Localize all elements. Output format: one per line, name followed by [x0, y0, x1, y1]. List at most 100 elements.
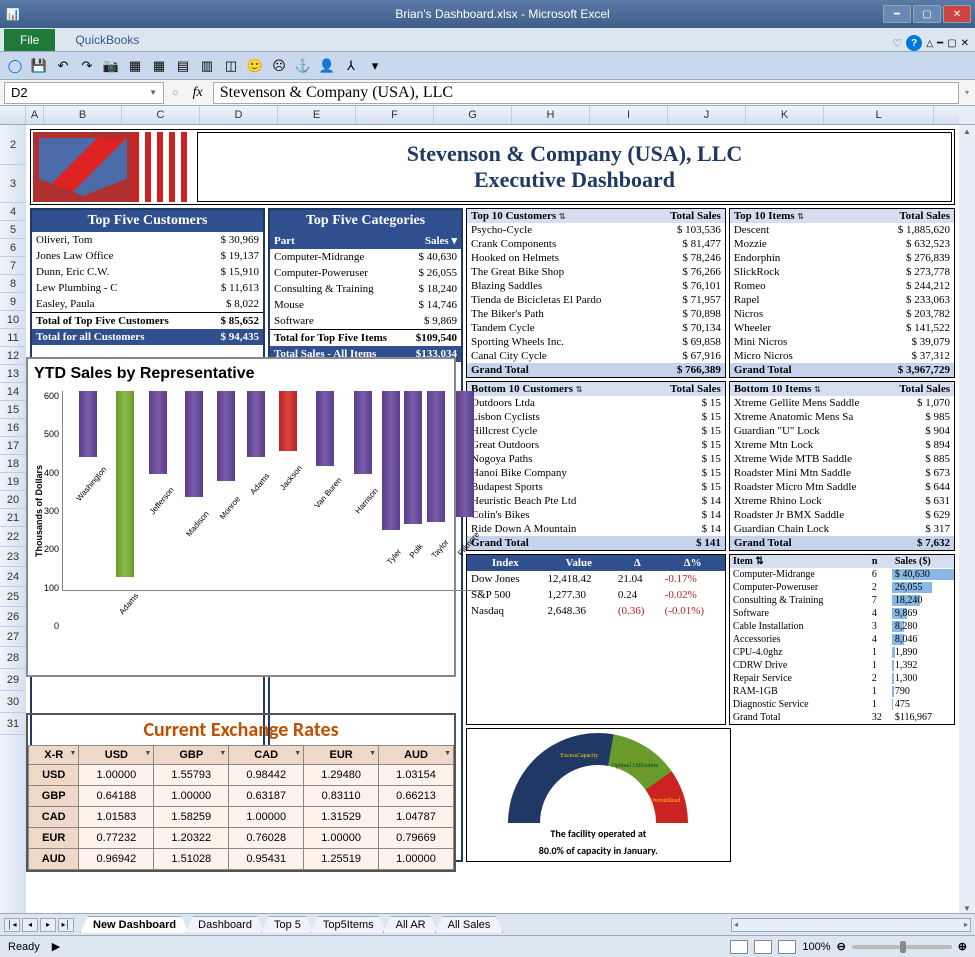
grid-icon[interactable]: ▦: [150, 57, 168, 75]
undo-icon[interactable]: ↶: [54, 57, 72, 75]
redo-icon[interactable]: ↷: [78, 57, 96, 75]
smile-icon[interactable]: 🙂: [246, 57, 264, 75]
zoom-in-button[interactable]: ⊕: [958, 940, 967, 953]
first-sheet-button[interactable]: │◂: [4, 918, 20, 932]
row-header[interactable]: 13: [0, 365, 26, 383]
frown-icon[interactable]: ☹: [270, 57, 288, 75]
column-header[interactable]: K: [746, 106, 824, 124]
doc-minimize-icon[interactable]: ━: [937, 38, 943, 49]
maximize-button[interactable]: ▢: [913, 5, 941, 23]
prev-sheet-button[interactable]: ◂: [22, 918, 38, 932]
person-icon[interactable]: 👤: [318, 57, 336, 75]
row-header[interactable]: 27: [0, 627, 26, 647]
calc-icon[interactable]: ▤: [174, 57, 192, 75]
ribbon-tab-quickbooks[interactable]: QuickBooks: [63, 29, 154, 51]
column-header[interactable]: I: [590, 106, 668, 124]
camera-icon[interactable]: 📷: [102, 57, 120, 75]
window-title: Brian's Dashboard.xlsx - Microsoft Excel: [30, 7, 975, 21]
normal-view-button[interactable]: [730, 940, 748, 954]
zoom-slider[interactable]: [852, 945, 952, 949]
bottom10-customers-box: Bottom 10 Customers ⇅Total SalesOutdoors…: [466, 381, 726, 551]
zoom-out-button[interactable]: ⊖: [837, 940, 846, 953]
vertical-scrollbar[interactable]: ▲▼: [959, 125, 975, 913]
row-header[interactable]: 25: [0, 587, 26, 607]
row-header[interactable]: 16: [0, 419, 26, 437]
row-header[interactable]: 28: [0, 647, 26, 669]
row-header[interactable]: 29: [0, 669, 26, 691]
row-header[interactable]: 11: [0, 329, 26, 347]
sheet-tab[interactable]: All AR: [383, 916, 439, 933]
row-header[interactable]: 24: [0, 567, 26, 587]
formula-input[interactable]: Stevenson & Company (USA), LLC: [213, 82, 959, 104]
anchor-icon[interactable]: ⚓: [294, 57, 312, 75]
chevron-down-icon[interactable]: ▼: [149, 88, 157, 97]
ribbon-more-icon[interactable]: ♡: [892, 37, 902, 50]
save-icon[interactable]: 💾: [30, 57, 48, 75]
column-header[interactable]: C: [122, 106, 200, 124]
close-button[interactable]: ✕: [943, 5, 971, 23]
tree-icon[interactable]: ⅄: [342, 57, 360, 75]
row-header[interactable]: 19: [0, 473, 26, 491]
row-header[interactable]: 30: [0, 691, 26, 713]
row-header[interactable]: 15: [0, 401, 26, 419]
row-header[interactable]: 2: [0, 125, 26, 165]
page-layout-view-button[interactable]: [754, 940, 772, 954]
next-sheet-button[interactable]: ▸: [40, 918, 56, 932]
column-header[interactable]: E: [278, 106, 356, 124]
column-header[interactable]: A: [26, 106, 44, 124]
panel-title: Top Five Customers: [32, 210, 263, 232]
column-header[interactable]: J: [668, 106, 746, 124]
last-sheet-button[interactable]: ▸│: [58, 918, 74, 932]
ytd-chart-panel: YTD Sales by Representative Thousands of…: [26, 357, 456, 677]
ribbon-minimize-icon[interactable]: △: [926, 38, 933, 49]
row-header[interactable]: 31: [0, 713, 26, 735]
horizontal-scrollbar[interactable]: ◂▸: [731, 918, 971, 932]
row-header[interactable]: 12: [0, 347, 26, 365]
doc-restore-icon[interactable]: ▢: [947, 38, 956, 49]
form-icon[interactable]: ▦: [126, 57, 144, 75]
select-all-corner[interactable]: [0, 106, 26, 124]
page-break-view-button[interactable]: [778, 940, 796, 954]
help-icon[interactable]: ?: [906, 35, 922, 51]
pivot-icon[interactable]: ◫: [222, 57, 240, 75]
row-header[interactable]: 3: [0, 165, 26, 203]
sheet-tab[interactable]: Dashboard: [185, 916, 265, 933]
dropdown-icon[interactable]: ▾: [366, 57, 384, 75]
row-header[interactable]: 9: [0, 293, 26, 311]
sheet-tab[interactable]: Top 5: [261, 916, 314, 933]
sheet-tab[interactable]: Top5Items: [310, 916, 387, 933]
row-header[interactable]: 21: [0, 509, 26, 527]
row-header[interactable]: 17: [0, 437, 26, 455]
row-header[interactable]: 14: [0, 383, 26, 401]
row-header[interactable]: 20: [0, 491, 26, 509]
name-box[interactable]: D2 ▼: [4, 82, 164, 104]
column-header[interactable]: D: [200, 106, 278, 124]
row-header[interactable]: 6: [0, 239, 26, 257]
row-header[interactable]: 4: [0, 203, 26, 221]
column-header[interactable]: F: [356, 106, 434, 124]
tools-icon[interactable]: ▥: [198, 57, 216, 75]
column-header[interactable]: H: [512, 106, 590, 124]
row-header[interactable]: 26: [0, 607, 26, 627]
doc-close-icon[interactable]: ✕: [961, 38, 969, 49]
macro-record-icon[interactable]: ▶: [52, 940, 60, 953]
sheet-tab[interactable]: All Sales: [435, 916, 504, 933]
sheet-tab[interactable]: New Dashboard: [80, 916, 189, 933]
formula-expand-icon[interactable]: ▾: [959, 88, 975, 97]
row-header[interactable]: 18: [0, 455, 26, 473]
minimize-button[interactable]: ━: [883, 5, 911, 23]
column-header[interactable]: G: [434, 106, 512, 124]
row-header[interactable]: 7: [0, 257, 26, 275]
row-header[interactable]: 22: [0, 527, 26, 547]
row-header[interactable]: 8: [0, 275, 26, 293]
file-tab[interactable]: File: [4, 29, 55, 51]
worksheet[interactable]: Stevenson & Company (USA), LLC Executive…: [26, 125, 959, 913]
new-icon[interactable]: ◯: [6, 57, 24, 75]
row-header[interactable]: 10: [0, 311, 26, 329]
cancel-formula-icon[interactable]: ○: [168, 87, 183, 99]
row-header[interactable]: 23: [0, 547, 26, 567]
column-header[interactable]: L: [824, 106, 934, 124]
row-header[interactable]: 5: [0, 221, 26, 239]
column-header[interactable]: B: [44, 106, 122, 124]
fx-icon[interactable]: fx: [183, 85, 213, 101]
